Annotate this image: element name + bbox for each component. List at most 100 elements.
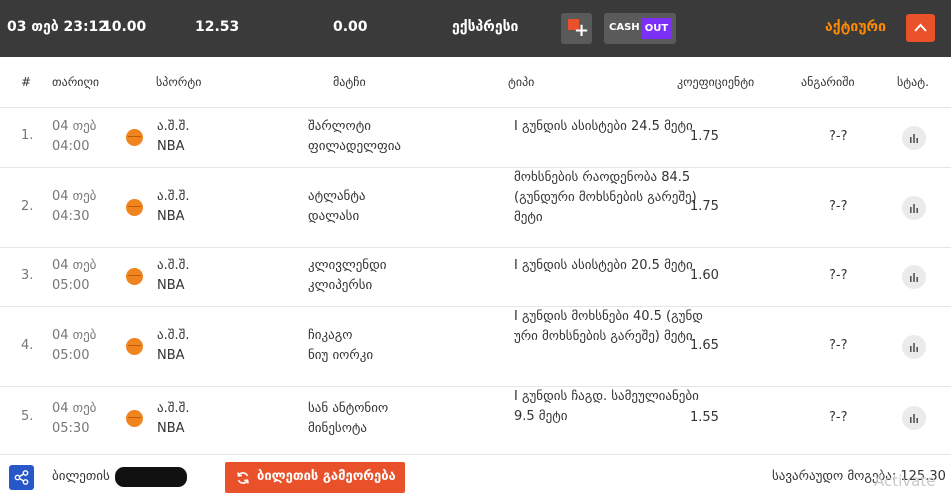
row-bet-type: I გუნდის ასისტები 24.5 მეტი [514,119,693,134]
row-country: ა.შ.შ. [157,401,190,416]
row-match: შარლოტი ფილადელფია [308,117,401,157]
row-sport: ა.შ.შ. NBA [157,399,189,439]
row-score: ?-? [829,129,848,144]
table-row: 1. 04 თებ 04:00 ა.შ.შ. NBA შარლოტი ფილად… [0,107,951,167]
row-team2: ნიუ იორკი [308,348,374,363]
ticket-stake: 10.00 [102,19,147,35]
row-date-time: 05:00 [52,278,90,293]
row-team1: ჩიკაგო [308,328,353,343]
row-coef: 1.55 [690,410,719,425]
bar-chart-icon [910,414,918,423]
row-score: ?-? [829,199,848,214]
basketball-icon [126,129,143,146]
row-date-day: 04 თებ [52,401,97,416]
row-date: 04 თებ 05:00 [52,326,96,366]
basketball-icon [126,268,143,285]
row-country: ა.შ.შ. [157,258,190,273]
row-score: ?-? [829,268,848,283]
bar-chart-icon [910,204,918,213]
row-team1: შარლოტი [308,119,371,134]
header-stat: სტატ. [897,75,929,89]
row-score: ?-? [829,410,848,425]
row-coef: 1.75 [690,129,719,144]
header-num: # [21,75,32,89]
ticket-bet-type: ექსპრესი [452,19,519,35]
row-sport: ა.შ.შ. NBA [157,117,189,157]
row-country: ა.შ.შ. [157,119,190,134]
bar-chart-icon [910,343,918,352]
row-country: ა.შ.შ. [157,328,190,343]
activate-watermark: Activate [874,472,936,490]
row-bet-type: I გუნდის ასისტები 20.5 მეტი [514,258,693,273]
row-sport: ა.შ.შ. NBA [157,187,189,227]
row-date: 04 თებ 04:30 [52,187,96,227]
row-league: NBA [157,348,185,363]
share-button[interactable] [9,465,34,490]
stat-button[interactable] [902,265,926,289]
row-team1: სან ანტონიო [308,401,389,416]
row-match: ატლანტა დალასი [308,187,365,227]
share-icon [14,470,29,485]
row-bet-type: მოხსნების რაოდენობა 84.5 (გუნდური მოხსნე… [514,170,697,225]
row-team2: ფილადელფია [308,139,402,154]
row-team2: კლიპერსი [308,278,373,293]
row-score: ?-? [829,338,848,353]
row-date-time: 04:00 [52,139,90,154]
row-num: 1. [21,128,34,143]
row-league: NBA [157,278,185,293]
repeat-ticket-label: ბილეთის გამეორება [257,469,396,484]
header-sport: სპორტი [156,75,202,89]
row-date-day: 04 თებ [52,189,97,204]
row-league: NBA [157,421,185,436]
table-row: 3. 04 თებ 05:00 ა.შ.შ. NBA კლივლენდი კლი… [0,247,951,306]
cashout-button[interactable]: CASH OUT [604,13,676,44]
row-team2: დალასი [308,209,360,224]
row-match: კლივლენდი კლიპერსი [308,256,386,296]
ticket-datetime: 03 თებ 23:12 [7,19,109,35]
row-sport: ა.შ.შ. NBA [157,256,189,296]
ticket-odds: 12.53 [195,19,240,35]
stat-button[interactable] [902,406,926,430]
repeat-ticket-button[interactable]: ბილეთის გამეორება [225,462,405,493]
table-row: 5. 04 თებ 05:30 ა.შ.შ. NBA სან ანტონიო მ… [0,386,951,454]
collapse-button[interactable] [906,14,935,42]
row-team1: კლივლენდი [308,258,387,273]
row-date-day: 04 თებ [52,328,97,343]
row-coef: 1.75 [690,199,719,214]
row-team2: მინესოტა [308,421,368,436]
row-bet-type: I გუნდის მოხსნები 40.5 (გუნდური მოხსნები… [514,309,703,344]
plus-icon: + [574,20,590,41]
bar-chart-icon [910,134,918,143]
table-row: 2. 04 თებ 04:30 ა.შ.შ. NBA ატლანტა დალას… [0,167,951,247]
basketball-icon [126,410,143,427]
row-num: 3. [21,268,34,283]
stat-button[interactable] [902,196,926,220]
row-sport: ა.შ.შ. NBA [157,326,189,366]
cashout-out-label: OUT [641,18,672,39]
row-date-time: 05:00 [52,348,90,363]
chevron-up-icon [914,23,927,32]
table-row: 4. 04 თებ 05:00 ა.შ.შ. NBA ჩიკაგო ნიუ იო… [0,306,951,386]
ticket-id-redacted [115,467,187,487]
row-num: 2. [21,199,34,214]
row-date-day: 04 თებ [52,119,97,134]
refresh-icon [237,472,249,484]
row-date-day: 04 თებ [52,258,97,273]
header-coef: კოეფიციენტი [677,75,755,89]
basketball-icon [126,338,143,355]
row-date: 04 თებ 05:00 [52,256,96,296]
ticket-status: აქტიური [825,19,886,35]
row-num: 5. [21,409,34,424]
row-country: ა.შ.შ. [157,189,190,204]
stat-button[interactable] [902,335,926,359]
row-match: სან ანტონიო მინესოტა [308,399,388,439]
stat-button[interactable] [902,126,926,150]
row-date: 04 თებ 05:30 [52,399,96,439]
header-match: მატჩი [333,75,366,89]
basketball-icon [126,199,143,216]
add-button[interactable]: + [561,13,592,44]
row-team1: ატლანტა [308,189,366,204]
header-type: ტიპი [508,75,535,89]
row-match: ჩიკაგო ნიუ იორკი [308,326,373,366]
ticket-footer: ბილეთის ბილეთის გამეორება სავარაუდო მოგე… [0,454,951,498]
